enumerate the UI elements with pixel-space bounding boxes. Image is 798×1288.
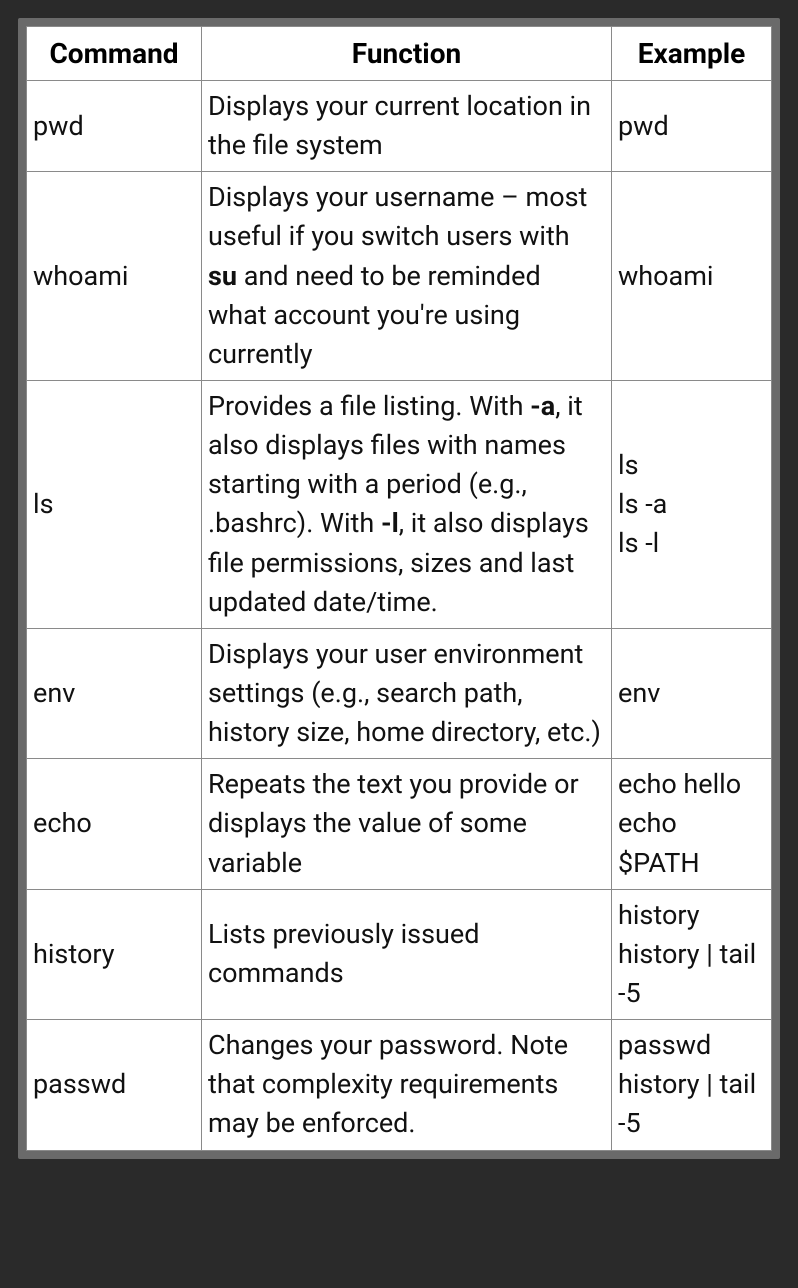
- table-row: passwdChanges your password. Note that c…: [27, 1020, 772, 1150]
- header-command: Command: [27, 27, 202, 81]
- table-row: whoamiDisplays your username – most usef…: [27, 172, 772, 381]
- header-example: Example: [612, 27, 772, 81]
- cell-command: whoami: [27, 172, 202, 381]
- cell-function: Lists previously issued commands: [202, 889, 612, 1019]
- cell-command: history: [27, 889, 202, 1019]
- cell-example: pwd: [612, 81, 772, 172]
- cell-command: pwd: [27, 81, 202, 172]
- table-row: historyLists previously issued commandsh…: [27, 889, 772, 1019]
- cell-example: echo helloecho $PATH: [612, 759, 772, 889]
- cell-command: echo: [27, 759, 202, 889]
- cell-command: env: [27, 628, 202, 758]
- cell-function: Displays your current location in the fi…: [202, 81, 612, 172]
- table-row: echoRepeats the text you provide or disp…: [27, 759, 772, 889]
- cell-example: historyhistory | tail -5: [612, 889, 772, 1019]
- cell-function: Displays your username – most useful if …: [202, 172, 612, 381]
- cell-example: passwdhistory | tail -5: [612, 1020, 772, 1150]
- table-row: envDisplays your user environment settin…: [27, 628, 772, 758]
- cell-example: lsls -als -l: [612, 380, 772, 628]
- table-frame: Command Function Example pwdDisplays you…: [18, 18, 780, 1159]
- cell-command: passwd: [27, 1020, 202, 1150]
- cell-example: env: [612, 628, 772, 758]
- header-function: Function: [202, 27, 612, 81]
- table-row: lsProvides a file listing. With -a, it a…: [27, 380, 772, 628]
- cell-example: whoami: [612, 172, 772, 381]
- cell-function: Displays your user environment settings …: [202, 628, 612, 758]
- commands-table: Command Function Example pwdDisplays you…: [26, 26, 772, 1151]
- table-body: pwdDisplays your current location in the…: [27, 81, 772, 1151]
- cell-function: Repeats the text you provide or displays…: [202, 759, 612, 889]
- table-header-row: Command Function Example: [27, 27, 772, 81]
- cell-function: Provides a file listing. With -a, it als…: [202, 380, 612, 628]
- cell-function: Changes your password. Note that complex…: [202, 1020, 612, 1150]
- cell-command: ls: [27, 380, 202, 628]
- table-row: pwdDisplays your current location in the…: [27, 81, 772, 172]
